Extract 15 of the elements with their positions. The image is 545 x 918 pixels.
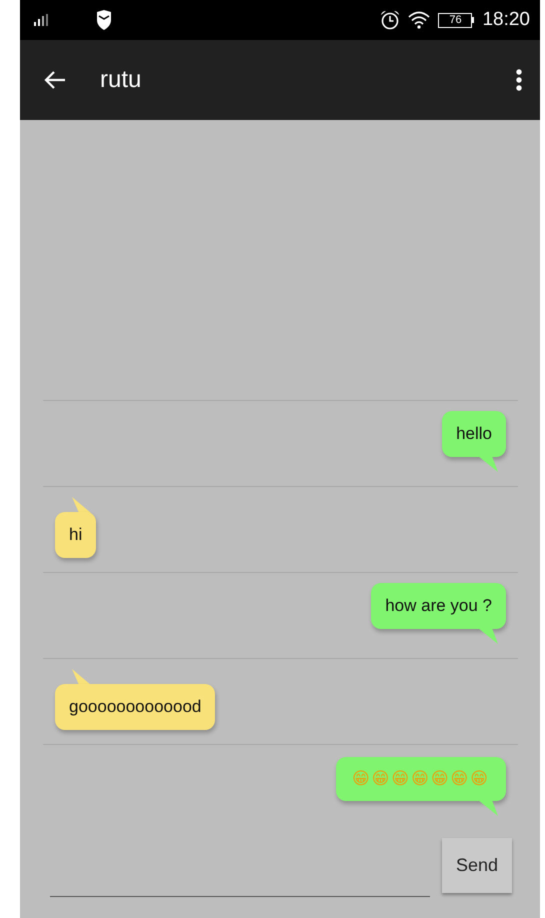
signal-icon	[34, 14, 48, 26]
send-button[interactable]: Send	[442, 838, 512, 893]
back-arrow-icon	[44, 70, 66, 90]
message-bubble: how are you ?	[371, 583, 506, 629]
message-bubble: hello	[442, 411, 506, 457]
message-bubble: 😁😁😁😁😁😁😁	[336, 757, 506, 801]
message-bubble: gooooooooooood	[55, 684, 216, 730]
wifi-icon	[408, 11, 430, 29]
clock-time: 18:20	[482, 9, 530, 31]
shield-icon	[96, 10, 112, 30]
battery-indicator: 76	[438, 12, 474, 28]
more-vertical-icon	[516, 69, 522, 91]
alarm-icon	[380, 10, 400, 30]
message-bubble: hi	[55, 512, 96, 558]
chat-title: rutu	[100, 66, 142, 94]
